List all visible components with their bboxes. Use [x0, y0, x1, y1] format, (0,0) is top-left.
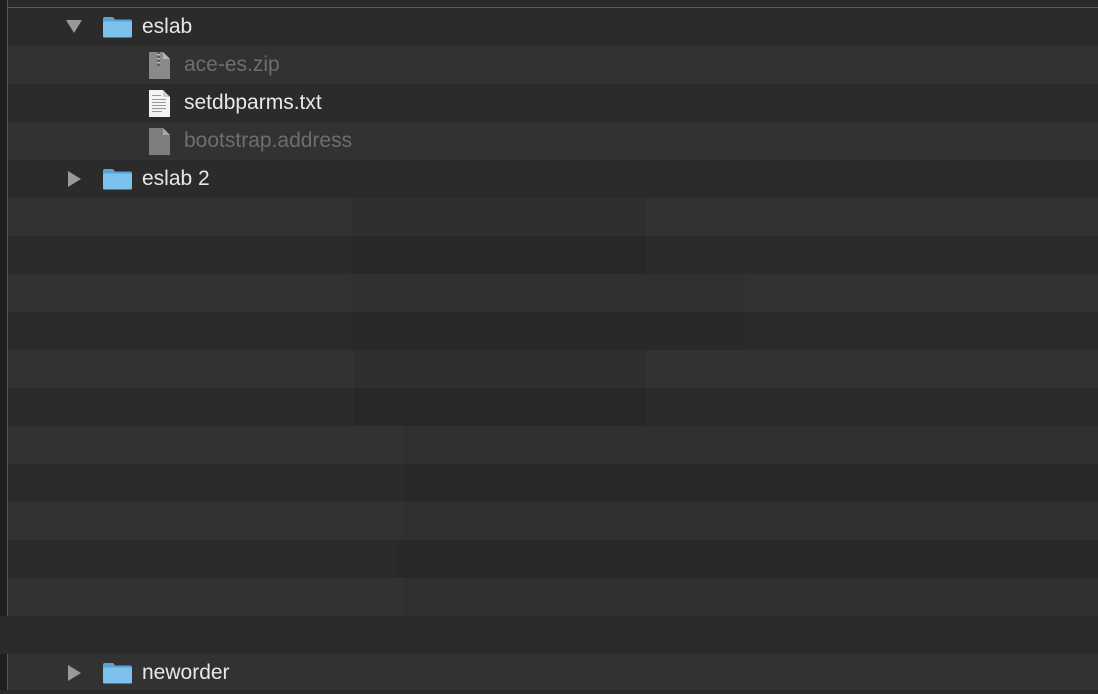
empty-row — [8, 464, 1098, 502]
file-name: ace-es.zip — [184, 53, 280, 76]
tree-row-ace-es-zip[interactable]: ace-es.zip — [8, 46, 1098, 84]
tree-row-neworder[interactable]: neworder — [8, 654, 1098, 692]
empty-row — [8, 236, 1098, 274]
file-name: setdbparms.txt — [184, 91, 322, 114]
text-file-icon — [148, 89, 171, 118]
folder-name: eslab — [142, 15, 193, 38]
left-edge — [0, 0, 8, 694]
finder-window: eslab ace-es.zip setdbparms.txt bootstra… — [0, 0, 1098, 694]
empty-row — [8, 274, 1098, 312]
tree-row-eslab[interactable]: eslab — [8, 8, 1098, 46]
folder-name: eslab 2 — [142, 167, 210, 190]
empty-row — [0, 616, 1098, 654]
bottom-border — [0, 690, 1098, 694]
top-border — [0, 0, 1098, 8]
empty-row — [8, 198, 1098, 236]
tree-row-setdbparms-txt[interactable]: setdbparms.txt — [8, 84, 1098, 122]
empty-row — [8, 350, 1098, 388]
file-name: bootstrap.address — [184, 129, 353, 152]
generic-file-icon — [148, 127, 171, 156]
tree-row-eslab-2[interactable]: eslab 2 — [8, 160, 1098, 198]
zip-file-icon — [148, 51, 171, 80]
disclosure-closed-icon[interactable] — [68, 665, 81, 681]
empty-row — [8, 578, 1098, 616]
folder-name: neworder — [142, 661, 230, 684]
folder-icon — [102, 168, 133, 190]
empty-row — [8, 388, 1098, 426]
file-tree: eslab ace-es.zip setdbparms.txt bootstra… — [0, 8, 1098, 692]
tree-row-bootstrap-address[interactable]: bootstrap.address — [8, 122, 1098, 160]
folder-icon — [102, 662, 133, 684]
empty-row — [8, 540, 1098, 578]
folder-icon — [102, 16, 133, 38]
empty-row — [8, 312, 1098, 350]
empty-row — [8, 502, 1098, 540]
disclosure-open-icon[interactable] — [66, 20, 82, 33]
disclosure-closed-icon[interactable] — [68, 171, 81, 187]
empty-row — [8, 426, 1098, 464]
